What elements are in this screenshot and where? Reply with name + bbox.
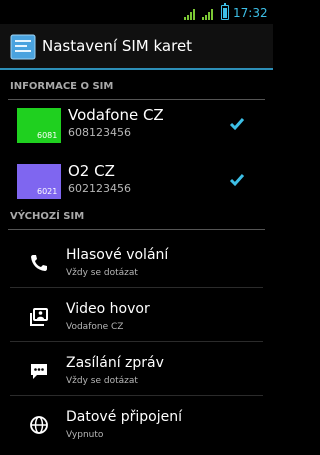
item-label: Hlasové volání [66, 247, 169, 263]
sim-number: 602123456 [68, 182, 131, 195]
item-label: Datové připojení [66, 409, 183, 425]
sim-color-badge: 6021 [17, 164, 61, 199]
item-summary: Vždy se dotázat [66, 376, 138, 386]
action-bar: Nastavení SIM karet [0, 24, 273, 70]
sim-name: O2 CZ [68, 162, 115, 180]
section-divider [8, 229, 265, 230]
sim-name: Vodafone CZ [68, 106, 164, 124]
sim-number: 608123456 [68, 126, 131, 139]
section-divider [8, 99, 265, 100]
sim-badge-text: 6081 [37, 131, 58, 140]
default-item-voice-call[interactable]: Hlasové volání Vždy se dotázat [0, 236, 273, 288]
checkbox-checked-icon[interactable] [229, 116, 245, 132]
sim-settings-icon[interactable] [10, 34, 36, 60]
page-title: Nastavení SIM karet [42, 37, 193, 55]
item-summary: Vypnuto [66, 430, 104, 440]
message-icon [31, 364, 47, 379]
phone-icon [31, 255, 47, 271]
sim-badge-text: 6021 [37, 187, 58, 196]
default-item-video-call[interactable]: Video hovor Vodafone CZ [0, 290, 273, 342]
status-bar: 17:32 [0, 0, 273, 24]
item-summary: Vždy se dotázat [66, 268, 138, 278]
sim-item-vodafone[interactable]: 6081 Vodafone CZ 608123456 [0, 104, 273, 156]
row-divider [10, 395, 263, 396]
signal-icon-1 [184, 9, 195, 20]
item-label: Zasílání zpráv [66, 355, 164, 371]
sim-color-badge: 6081 [17, 108, 61, 143]
item-label: Video hovor [66, 301, 150, 317]
video-call-icon [30, 308, 48, 326]
row-divider [10, 287, 263, 288]
section-title: VÝCHOZÍ SIM [10, 211, 85, 222]
header-divider [0, 68, 273, 70]
globe-icon [30, 416, 48, 434]
checkbox-checked-icon[interactable] [229, 172, 245, 188]
row-divider [10, 341, 263, 342]
battery-icon [221, 3, 229, 20]
clock: 17:32 [233, 6, 268, 20]
item-summary: Vodafone CZ [66, 322, 124, 332]
section-header-default-sim: VÝCHOZÍ SIM [0, 204, 273, 230]
default-item-messaging[interactable]: Zasílání zpráv Vždy se dotázat [0, 344, 273, 396]
default-item-data-connection[interactable]: Datové připojení Vypnuto [0, 398, 273, 450]
signal-icon-2 [202, 9, 213, 20]
section-title: INFORMACE O SIM [10, 81, 114, 92]
section-header-sim-info: INFORMACE O SIM [0, 74, 273, 100]
